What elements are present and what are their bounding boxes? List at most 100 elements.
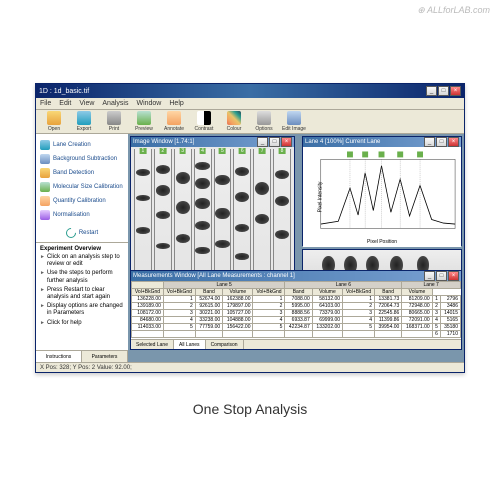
toolbar-annotate-button[interactable]: Annotate	[160, 111, 188, 132]
gel-image[interactable]: 1234 5 678	[131, 147, 294, 281]
table-row[interactable]: 114033.00577759.00156422.00542234.871332…	[132, 324, 461, 331]
maximize-button[interactable]: □	[436, 271, 447, 281]
close-button[interactable]: ×	[281, 137, 292, 147]
gel-band[interactable]	[195, 198, 209, 208]
gel-band[interactable]	[215, 240, 229, 248]
table-row[interactable]: 136228.00152674.00162388.0017088.0058132…	[132, 296, 461, 303]
sidebar-item-3[interactable]: Molecular Size Calibration	[36, 180, 128, 194]
gel-band[interactable]	[275, 230, 289, 239]
toolbar-export-button[interactable]: Export	[70, 111, 98, 132]
table-cell: 77759.00	[195, 324, 222, 331]
table-cell: 4	[432, 317, 440, 324]
gel-band[interactable]	[235, 192, 249, 202]
gel-band[interactable]	[176, 234, 190, 243]
maximize-button[interactable]: □	[436, 137, 447, 147]
close-button[interactable]: ×	[448, 137, 459, 147]
toolbar-edit-button[interactable]: Edit Image	[280, 111, 308, 132]
gel-band[interactable]	[275, 170, 289, 179]
gel-band[interactable]	[136, 195, 150, 202]
lane-number: 5	[219, 148, 226, 154]
table-cell: 14015	[440, 310, 460, 317]
toolbar-open-button[interactable]: Open	[40, 111, 68, 132]
table-cell: 5	[163, 324, 195, 331]
lane-window[interactable]: Lane 4 [100%] Current Lane_□× 12345 Pixe…	[302, 136, 462, 246]
minimize-button[interactable]: _	[426, 86, 437, 96]
table-row[interactable]: 84680.00433238.00104888.0046933.8769999.…	[132, 317, 461, 324]
table-row[interactable]: 139189.00292615.00179897.0025995.0064103…	[132, 303, 461, 310]
gel-band[interactable]	[195, 162, 209, 170]
table-row[interactable]: 108172.00330221.00105727.0038888.5673379…	[132, 310, 461, 317]
gel-band[interactable]	[195, 178, 209, 190]
sidebar-item-1[interactable]: Background Subtraction	[36, 152, 128, 166]
gel-band[interactable]	[156, 211, 170, 219]
toolbar-options-button[interactable]: Options	[250, 111, 278, 132]
gel-lane[interactable]: 5	[214, 149, 232, 279]
gel-band[interactable]	[235, 167, 249, 176]
gel-band[interactable]	[235, 253, 249, 260]
gel-band[interactable]	[176, 172, 190, 184]
tab-all-lanes[interactable]: All Lanes	[174, 340, 206, 349]
maximize-button[interactable]: □	[269, 137, 280, 147]
gel-band[interactable]	[136, 169, 150, 177]
toolbar-print-button[interactable]: Print	[100, 111, 128, 132]
table-cell: 80665.00	[402, 310, 432, 317]
gel-band[interactable]	[195, 221, 209, 230]
close-button[interactable]: ×	[450, 86, 461, 96]
gel-band[interactable]	[215, 175, 229, 185]
menu-help[interactable]: Help	[169, 100, 183, 107]
table-cell: 72091.00	[402, 317, 432, 324]
menu-view[interactable]: View	[79, 100, 94, 107]
menu-analysis[interactable]: Analysis	[102, 100, 128, 107]
overview-item: Click on an analysis step to review or e…	[40, 254, 124, 268]
measurements-table[interactable]: Lane 5Lane 6Lane 7Vol+BkGndVol+BkGndBand…	[131, 281, 461, 339]
table-cell: 6933.87	[285, 317, 312, 324]
gel-lane[interactable]: 3	[174, 149, 192, 279]
gel-band[interactable]	[255, 214, 269, 224]
sidebar-item-2[interactable]: Band Detection	[36, 166, 128, 180]
table-cell: 179897.00	[223, 303, 253, 310]
minimize-button[interactable]: _	[424, 137, 435, 147]
gel-band[interactable]	[195, 247, 209, 255]
minimize-button[interactable]: _	[257, 137, 268, 147]
gel-band[interactable]	[156, 165, 170, 174]
tab-selected-lane[interactable]: Selected Lane	[131, 340, 174, 349]
table-cell: 4	[253, 317, 285, 324]
step-icon	[40, 196, 50, 206]
tab-instructions[interactable]: Instructions	[36, 351, 82, 362]
gel-lane[interactable]: 1	[134, 149, 152, 279]
toolbar-preview-button[interactable]: Preview	[130, 111, 158, 132]
table-row[interactable]: 61710	[132, 331, 461, 338]
sidebar-item-4[interactable]: Quantity Calibration	[36, 194, 128, 208]
close-button[interactable]: ×	[448, 271, 459, 281]
sidebar-item-0[interactable]: Lane Creation	[36, 138, 128, 152]
gel-band[interactable]	[136, 227, 150, 234]
restart-button[interactable]: Restart	[66, 228, 98, 238]
gel-lane[interactable]: 2	[154, 149, 172, 279]
app-window: 1D : 1d_basic.tif _ □ × File Edit View A…	[35, 83, 465, 373]
image-window[interactable]: Image Window [1.74:1]_□× 12345678	[130, 136, 295, 282]
preview-icon	[137, 111, 151, 125]
gel-lane[interactable]: 8	[273, 149, 291, 279]
svg-text:1: 1	[349, 152, 352, 158]
gel-band[interactable]	[156, 185, 170, 195]
toolbar-contrast-button[interactable]: Contrast	[190, 111, 218, 132]
gel-lane[interactable]: 4	[194, 149, 212, 279]
menu-edit[interactable]: Edit	[59, 100, 71, 107]
gel-band[interactable]	[275, 196, 289, 206]
minimize-button[interactable]: _	[424, 271, 435, 281]
sidebar-item-5[interactable]: Normalisation	[36, 208, 128, 222]
toolbar-colour-button[interactable]: Colour	[220, 111, 248, 132]
gel-band[interactable]	[235, 224, 249, 232]
gel-lane[interactable]: 7	[253, 149, 271, 279]
gel-band[interactable]	[215, 208, 229, 220]
gel-band[interactable]	[255, 182, 269, 195]
gel-band[interactable]	[176, 201, 190, 214]
tab-comparison[interactable]: Comparison	[206, 340, 244, 349]
menu-window[interactable]: Window	[136, 100, 161, 107]
menu-file[interactable]: File	[40, 100, 51, 107]
gel-lane[interactable]: 6	[233, 149, 251, 279]
measurements-window[interactable]: Measurements Window [All Lane Measuremen…	[130, 270, 462, 350]
maximize-button[interactable]: □	[438, 86, 449, 96]
tab-parameters[interactable]: Parameters	[82, 351, 128, 362]
gel-band[interactable]	[156, 243, 170, 250]
